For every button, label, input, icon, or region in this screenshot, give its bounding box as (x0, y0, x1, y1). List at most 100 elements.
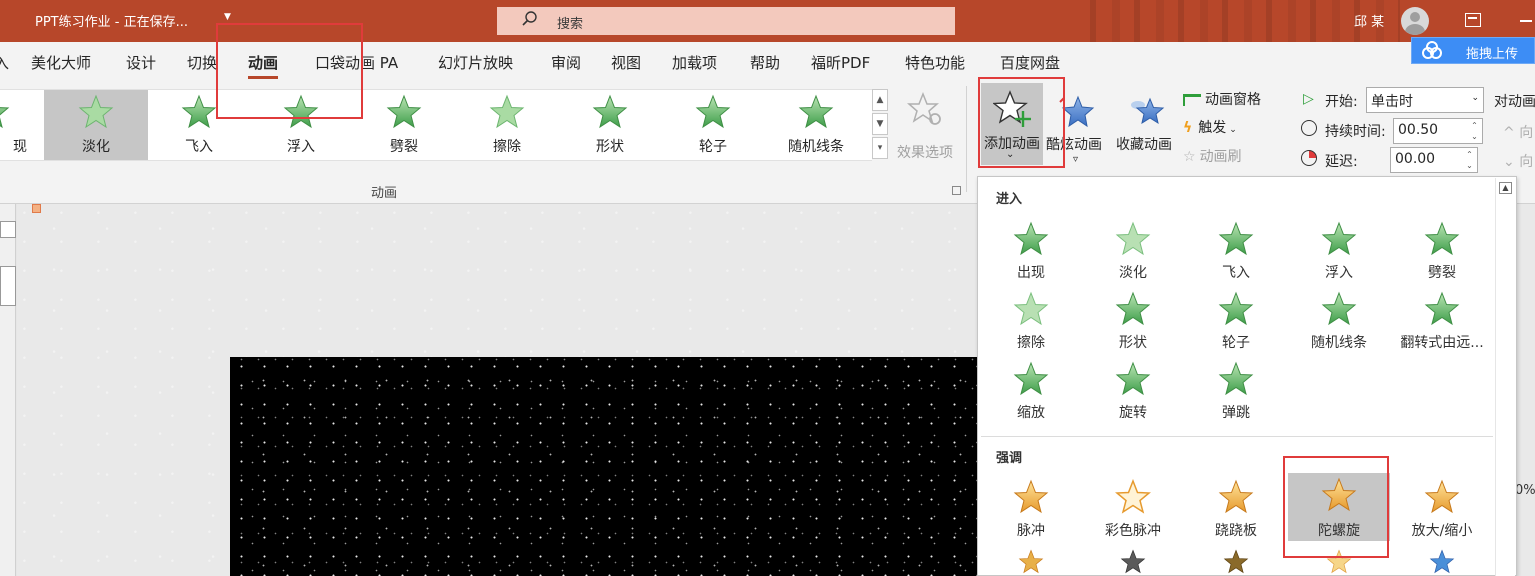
gallery-item-wheel[interactable]: 轮子 (661, 90, 765, 160)
tab-foxit-pdf[interactable]: 福昕PDF (811, 52, 870, 73)
entrance-float-in[interactable]: 浮入 (1288, 221, 1390, 287)
tab-animations[interactable]: 动画 (248, 52, 279, 79)
entrance-wheel[interactable]: 轮子 (1185, 291, 1287, 357)
shape-star-icon (592, 94, 628, 132)
emphasis-spin[interactable]: 陀螺旋 (1288, 473, 1390, 541)
dialog-launcher-icon[interactable] (952, 186, 961, 195)
appear-star-icon (0, 94, 10, 132)
emphasis-teeter[interactable]: 跷跷板 (1185, 479, 1287, 545)
cool-animation-button[interactable]: 酷炫动画 ▿ (1046, 88, 1108, 168)
user-name[interactable]: 邱 某 (1354, 11, 1384, 30)
dropdown-scrollbar[interactable]: ▲ (1495, 178, 1515, 576)
effect-options-icon (907, 91, 941, 125)
chevron-down-icon: ⌄ (1471, 93, 1479, 103)
gallery-item-random-bars[interactable]: 随机线条 (764, 90, 868, 160)
gallery-more-icon[interactable]: ▾ (872, 137, 888, 159)
title-bar: PPT练习作业 - 正在保存... ▼ 搜索 邱 某 (0, 0, 1535, 42)
animation-pane-button[interactable]: 动画窗格 (1183, 89, 1261, 109)
fade-star-icon (1115, 221, 1151, 259)
effect-options-button[interactable]: 效果选项 (893, 90, 957, 161)
emphasis-color-pulse[interactable]: 彩色脉冲 (1082, 479, 1184, 545)
duration-spinner[interactable]: ⌃ ⌄ (1468, 120, 1481, 142)
entrance-bounce[interactable]: 弹跳 (1185, 361, 1287, 427)
bounce-star-icon (1218, 361, 1254, 399)
tab-design[interactable]: 设计 (126, 52, 156, 73)
chevron-down-icon: ⌄ (1229, 125, 1237, 135)
duration-input[interactable]: 00.50 ⌃ ⌄ (1393, 118, 1483, 144)
entrance-zoom[interactable]: 缩放 (980, 361, 1082, 427)
gallery-item-wipe[interactable]: 擦除 (455, 90, 559, 160)
tab-slide-show[interactable]: 幻灯片放映 (438, 52, 513, 73)
tab-pocket-animation[interactable]: 口袋动画 PA (315, 52, 398, 73)
tab-beautify-master[interactable]: 美化大师 (31, 52, 91, 73)
tab-transitions[interactable]: 切换 (187, 52, 217, 73)
search-placeholder: 搜索 (557, 17, 584, 32)
entrance-appear[interactable]: 出现 (980, 221, 1082, 287)
grow-shrink-star-icon (1424, 479, 1460, 517)
title-dropdown-icon[interactable]: ▼ (224, 12, 231, 22)
favorite-animation-button[interactable]: 收藏动画 (1114, 88, 1180, 168)
section-divider (981, 436, 1493, 437)
entrance-spin[interactable]: 旋转 (1082, 361, 1184, 427)
entrance-wipe[interactable]: 擦除 (980, 291, 1082, 357)
tab-help[interactable]: 帮助 (750, 52, 780, 73)
zoom-star-icon (1013, 361, 1049, 399)
emphasis-pulse[interactable]: 脉冲 (980, 479, 1082, 545)
delay-spinner[interactable]: ⌃ ⌄ (1463, 149, 1476, 171)
gallery-item-shape[interactable]: 形状 (558, 90, 662, 160)
ribbon-tabs: 入 美化大师 设计 切换 动画 口袋动画 PA 幻灯片放映 审阅 视图 加载项 … (0, 42, 1535, 80)
ribbon-display-options-icon[interactable] (1465, 13, 1481, 27)
appear-star-icon (1013, 221, 1049, 259)
emphasis-grow-shrink[interactable]: 放大/缩小 (1391, 479, 1493, 545)
entrance-fly-in[interactable]: 飞入 (1185, 221, 1287, 287)
animation-painter-icon: ☆ (1183, 149, 1196, 165)
lightning-icon: ϟ (1183, 120, 1193, 136)
avatar[interactable] (1401, 7, 1429, 35)
split-star-icon (386, 94, 422, 132)
random-bars-star-icon (798, 94, 834, 132)
gallery-item-float-in[interactable]: 浮入 (249, 90, 353, 160)
panel-dropdown[interactable] (0, 221, 16, 238)
add-animation-button[interactable]: 添加动画 ⌄ (981, 83, 1043, 165)
float-in-star-icon (1321, 221, 1357, 259)
gallery-item-fade[interactable]: 淡化 (44, 90, 148, 160)
search-box[interactable]: 搜索 (497, 7, 955, 35)
slide-canvas[interactable] (230, 357, 990, 576)
tab-view[interactable]: 视图 (611, 52, 641, 73)
panel-scrollbar[interactable] (0, 266, 16, 306)
tab-add-ins[interactable]: 加载项 (672, 52, 717, 73)
entrance-random-bars[interactable]: 随机线条 (1288, 291, 1390, 357)
split-star-icon (1424, 221, 1460, 259)
start-select[interactable]: 单击时 ⌄ (1366, 87, 1484, 113)
move-later-button[interactable]: ⌄ 向 (1503, 151, 1533, 171)
gallery-item-appear[interactable]: 现 (0, 90, 44, 160)
move-earlier-button[interactable]: ^ 向 (1503, 122, 1533, 142)
emphasis-partial-icon (1424, 549, 1460, 576)
entrance-fade[interactable]: 淡化 (1082, 221, 1184, 287)
tab-insert-partial[interactable]: 入 (0, 52, 9, 73)
slide-marker (32, 204, 41, 213)
shape-star-icon (1115, 291, 1151, 329)
gallery-scroll-up-icon[interactable]: ▲ (872, 89, 888, 111)
animation-gallery: 现 淡化 飞入 浮入 劈裂 擦除 形状 轮子 随机线条 (0, 89, 872, 161)
tab-baidu-netdisk[interactable]: 百度网盘 (1000, 52, 1060, 73)
delay-label: 延迟: (1325, 154, 1358, 170)
gallery-item-split[interactable]: 劈裂 (352, 90, 456, 160)
trigger-button[interactable]: ϟ 触发 ⌄ (1183, 117, 1237, 137)
entrance-split[interactable]: 劈裂 (1391, 221, 1493, 287)
search-icon (522, 11, 537, 26)
scroll-up-icon[interactable]: ▲ (1499, 182, 1512, 194)
float-in-star-icon (283, 94, 319, 132)
minimize-icon[interactable] (1520, 20, 1532, 22)
gallery-item-fly-in[interactable]: 飞入 (147, 90, 251, 160)
play-icon: ▷ (1303, 91, 1314, 107)
entrance-shape[interactable]: 形状 (1082, 291, 1184, 357)
tab-review[interactable]: 审阅 (551, 52, 581, 73)
animation-painter-button[interactable]: ☆ 动画刷 (1183, 146, 1242, 166)
wheel-star-icon (695, 94, 731, 132)
upload-button[interactable]: 拖拽上传 (1411, 37, 1535, 64)
delay-input[interactable]: 00.00 ⌃ ⌄ (1390, 147, 1478, 173)
gallery-scroll-down-icon[interactable]: ▼ (872, 113, 888, 135)
tab-special-features[interactable]: 特色功能 (905, 52, 965, 73)
entrance-grow-turn[interactable]: 翻转式由远... (1391, 291, 1493, 357)
